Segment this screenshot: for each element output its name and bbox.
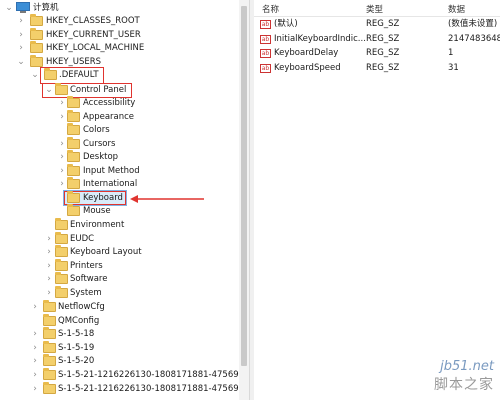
arrow-head: [130, 195, 138, 203]
watermark-line2: 脚本之家: [434, 377, 494, 393]
watermark: jb51.net 脚本之家: [434, 359, 494, 394]
annotation-arrow: [130, 195, 204, 203]
watermark-line1: jb51.net: [440, 359, 494, 374]
